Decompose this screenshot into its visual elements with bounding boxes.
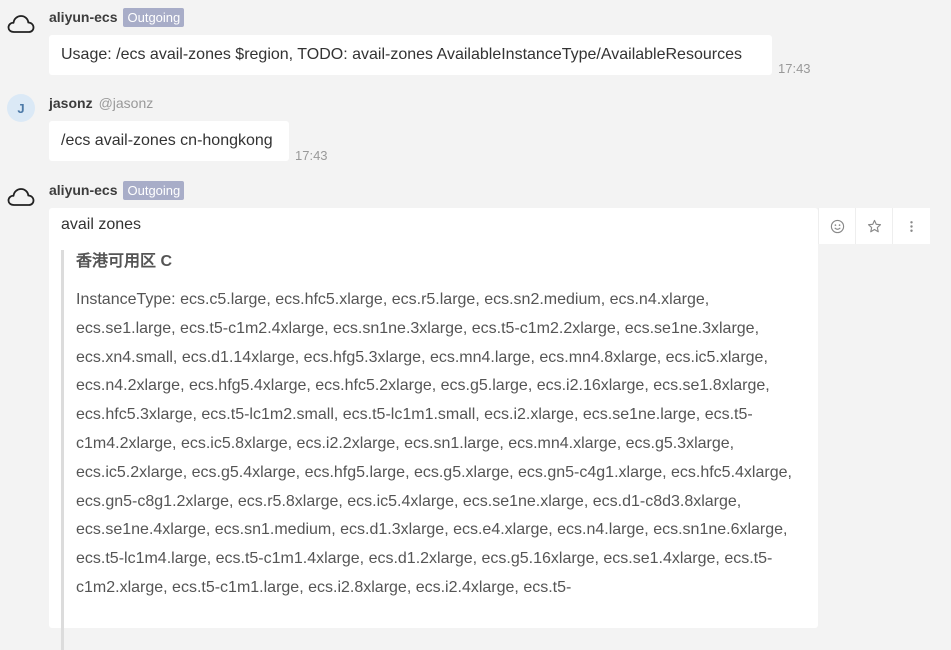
message-actions	[818, 208, 930, 244]
zone-quote-block: 香港可用区 C InstanceType: ecs.c5.large, ecs.…	[61, 250, 806, 650]
zone-name: 香港可用区 C	[76, 253, 173, 270]
more-vertical-icon	[910, 220, 913, 232]
message-bubble: /ecs avail-zones cn-hongkong	[49, 121, 289, 161]
avatar[interactable]: J	[7, 94, 35, 122]
sender-name[interactable]: jasonz	[49, 95, 93, 111]
message-text: /ecs avail-zones cn-hongkong	[61, 132, 273, 149]
cloud-icon	[7, 188, 35, 206]
more-options-button[interactable]	[893, 208, 930, 244]
message-time: 17:43	[295, 148, 328, 163]
message-title: avail zones	[61, 216, 142, 233]
message-time: 17:43	[778, 61, 811, 76]
sender-name[interactable]: aliyun-ecs	[49, 9, 117, 25]
star-button[interactable]	[856, 208, 893, 244]
star-icon	[867, 219, 881, 232]
cloud-icon	[7, 15, 35, 33]
outgoing-badge: Outgoing	[123, 7, 185, 27]
smiley-icon	[830, 219, 844, 233]
outgoing-badge: Outgoing	[123, 180, 185, 200]
message-bubble: avail zones 香港可用区 C InstanceType: ecs.c5…	[49, 208, 818, 650]
sender-name[interactable]: aliyun-ecs	[49, 182, 117, 198]
instance-type-list: InstanceType: ecs.c5.large, ecs.hfc5.xla…	[76, 291, 792, 596]
add-reaction-button[interactable]	[819, 208, 856, 244]
user-handle: @jasonz	[98, 95, 154, 111]
message-bubble: Usage: /ecs avail-zones $region, TODO: a…	[49, 35, 772, 75]
message-text: Usage: /ecs avail-zones $region, TODO: a…	[61, 46, 742, 63]
